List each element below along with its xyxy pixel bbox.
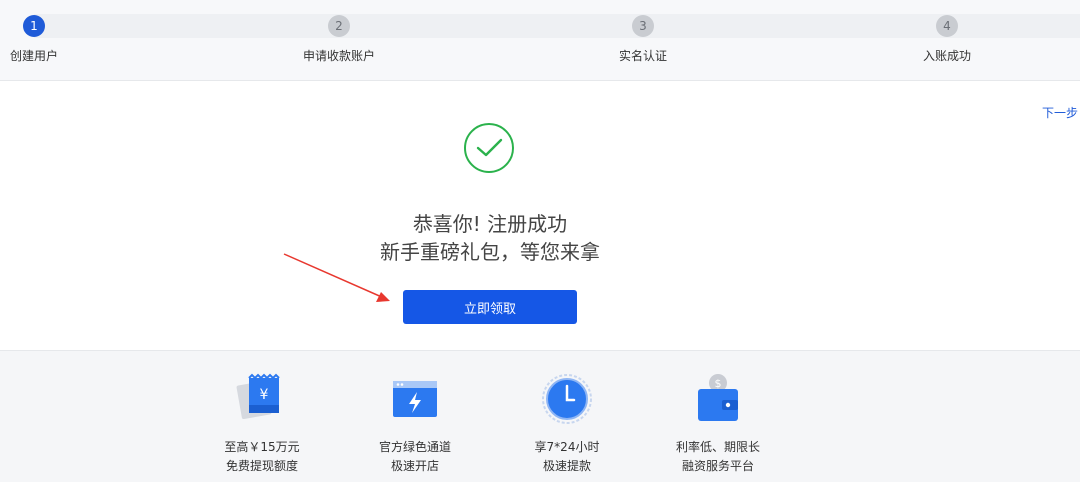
clock-icon <box>542 374 592 424</box>
wallet-dollar-icon: $ <box>698 374 738 421</box>
success-title: 恭喜你! 注册成功 <box>412 212 568 236</box>
svg-text:$: $ <box>715 377 722 390</box>
progress-stepper: 1 创建用户 2 申请收款账户 3 实名认证 4 入账成功 <box>0 0 1080 81</box>
success-check-icon <box>464 123 514 173</box>
step-2-number: 2 <box>328 15 350 37</box>
step-4-label: 入账成功 <box>922 49 972 63</box>
feature-1-line1: 至高￥15万元 <box>224 440 300 454</box>
step-2-label: 申请收款账户 <box>302 49 376 63</box>
red-arrow-annotation <box>283 253 390 302</box>
step-1-number: 1 <box>23 15 45 37</box>
browser-lightning-icon <box>393 381 437 417</box>
svg-text:¥: ¥ <box>260 387 269 403</box>
feature-4-line2: 融资服务平台 <box>681 459 754 473</box>
feature-4-line1: 利率低、期限长 <box>675 440 760 454</box>
step-1-label: 创建用户 <box>9 49 59 63</box>
claim-now-button[interactable]: 立即领取 <box>403 290 577 324</box>
feature-2-line1: 官方绿色通道 <box>378 440 451 454</box>
step-3-label: 实名认证 <box>618 49 668 63</box>
success-subtitle: 新手重磅礼包，等您来拿 <box>380 240 600 264</box>
coupon-yuan-icon: ¥ <box>236 373 280 420</box>
step-4-number: 4 <box>936 15 958 37</box>
stepper-track <box>34 14 1080 38</box>
feature-3-line1: 享7*24小时 <box>534 440 600 454</box>
feature-2-line2: 极速开店 <box>390 459 439 473</box>
next-step-link[interactable]: 下一步 <box>1042 104 1078 121</box>
features-bar: ¥ 至高￥15万元 免费提现额度 官方绿色通道 极速开店 享7*24小时 极速提… <box>0 350 1080 482</box>
feature-3-line2: 极速提款 <box>542 459 591 473</box>
feature-1-line2: 免费提现额度 <box>225 459 298 473</box>
step-3-number: 3 <box>632 15 654 37</box>
